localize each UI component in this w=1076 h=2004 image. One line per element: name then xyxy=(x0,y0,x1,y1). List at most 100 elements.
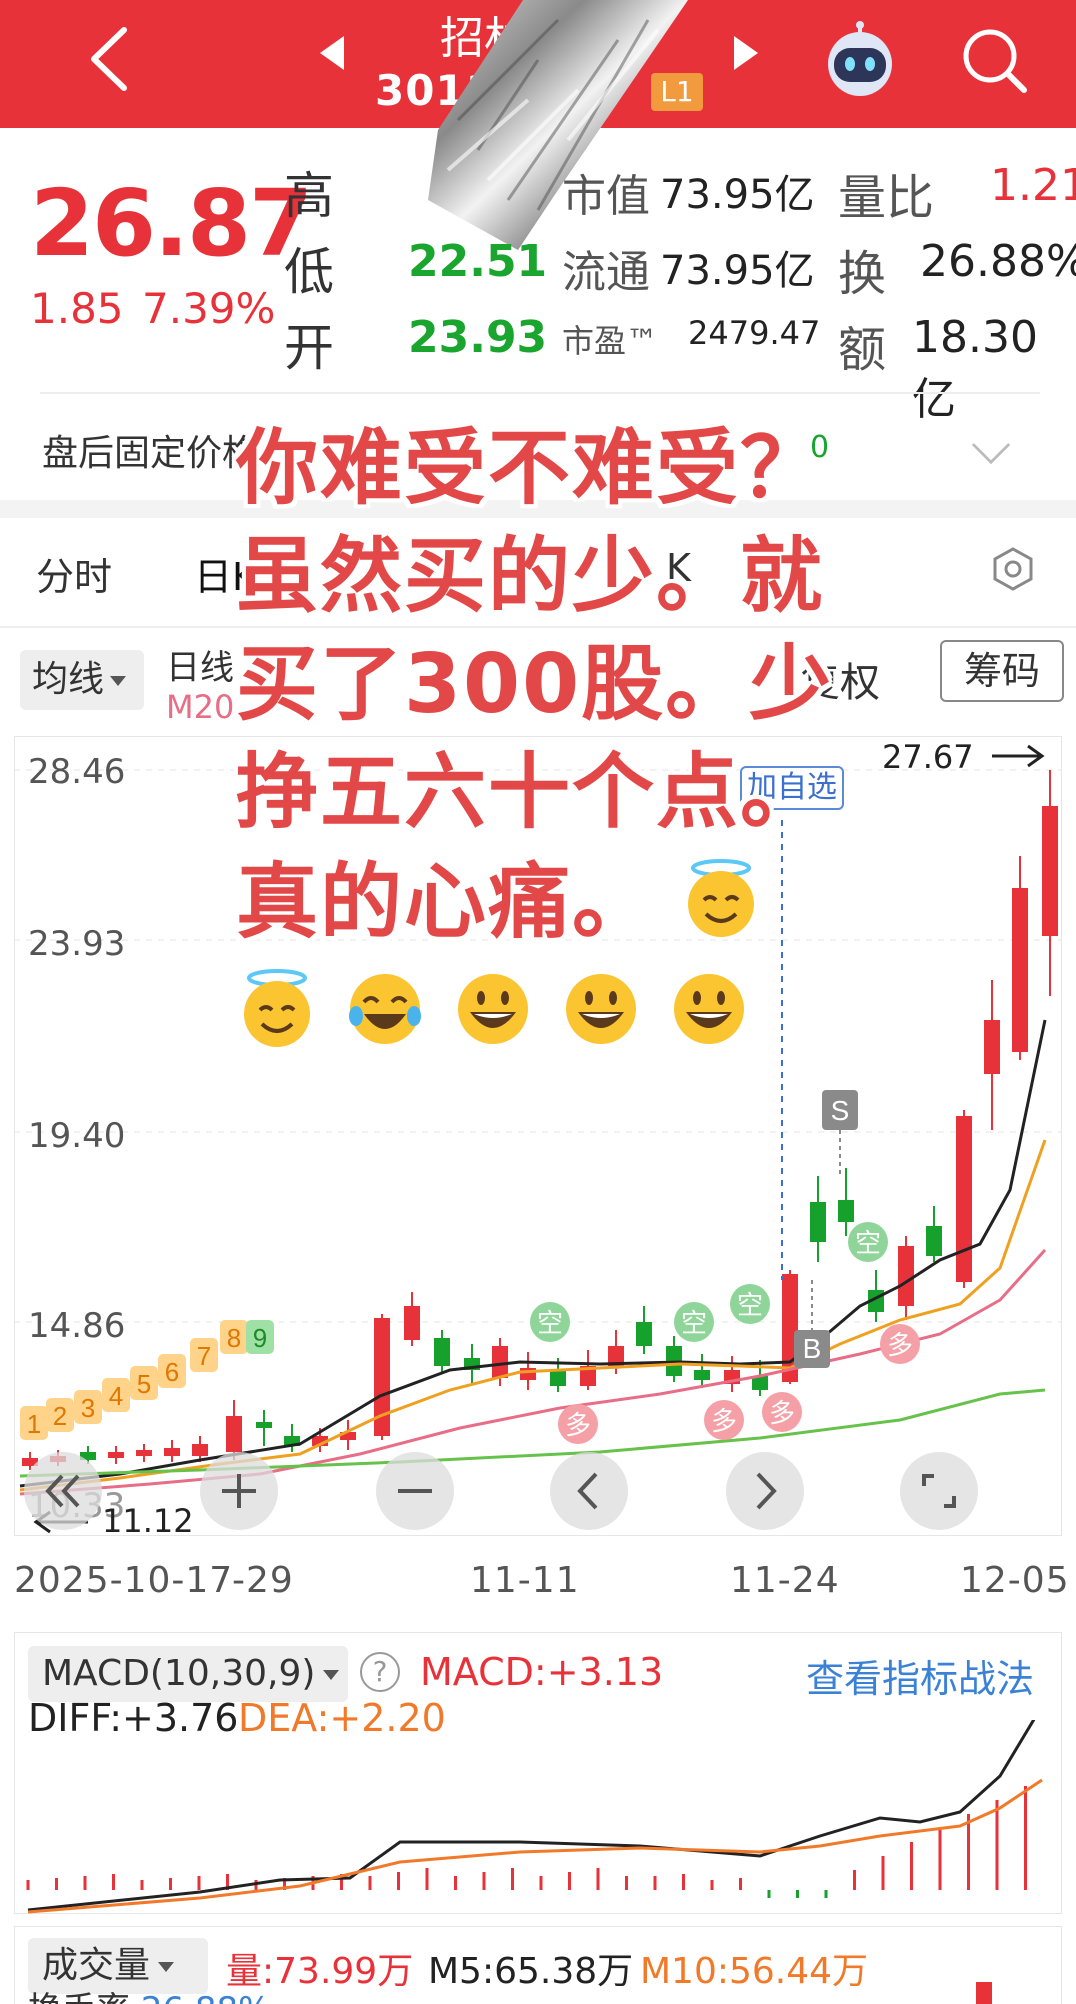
candle-body xyxy=(810,1202,826,1242)
caret-down-icon xyxy=(110,676,127,686)
settings-hexagon-icon[interactable] xyxy=(990,546,1036,592)
help-icon[interactable]: ? xyxy=(360,1652,400,1692)
signal-number: 3 xyxy=(81,1393,95,1423)
pe-label: 市盈™ xyxy=(562,322,659,360)
macd-select[interactable]: MACD(10,30,9) xyxy=(28,1646,348,1702)
dea-value: DEA:+2.20 xyxy=(238,1696,446,1740)
macd-value: MACD:+3.13 xyxy=(420,1650,664,1694)
kong-badge-label: 空 xyxy=(855,1229,881,1259)
signal-number: 9 xyxy=(253,1323,267,1353)
tab-intraday[interactable]: 分时 xyxy=(36,546,112,601)
next-stock-icon[interactable] xyxy=(734,36,758,70)
search-icon[interactable] xyxy=(960,26,1030,96)
mkt-cap-label: 市值 xyxy=(562,171,650,222)
signal-number: 2 xyxy=(53,1401,67,1431)
vol-ratio-value: 1.21 xyxy=(990,160,1076,211)
tears-of-joy-emoji-icon xyxy=(349,974,421,1044)
sell-badge-label: S xyxy=(831,1095,850,1126)
float-cap-value: 73.95亿 xyxy=(660,248,815,294)
caption-line: 虽然买的少。就 xyxy=(236,529,825,624)
signal-number: 7 xyxy=(197,1341,211,1371)
x-tick-label: 11-24 xyxy=(730,1560,840,1601)
back-icon[interactable] xyxy=(86,26,132,92)
zoom-out-button[interactable] xyxy=(376,1452,454,1530)
ma-select[interactable]: 均线 xyxy=(20,650,144,710)
volume-m5: M5:65.38万 xyxy=(428,1951,634,1992)
divider xyxy=(40,392,1040,394)
candle-body xyxy=(136,1450,152,1456)
amount-label: 额 xyxy=(838,322,887,378)
kong-badge-label: 空 xyxy=(537,1309,563,1339)
caret-down-icon xyxy=(158,1962,175,1972)
candle-body xyxy=(550,1370,566,1386)
y-tick-label: 28.46 xyxy=(28,752,126,792)
robot-assistant-icon[interactable] xyxy=(820,20,900,100)
volume-select-label: 成交量 xyxy=(42,1945,151,1986)
open-value: 23.93 xyxy=(408,312,548,363)
plus-icon xyxy=(222,1474,256,1508)
indicator-strategy-link[interactable]: 查看指标战法 xyxy=(806,1648,1034,1703)
scroll-left-button[interactable] xyxy=(550,1452,628,1530)
turnover-label: 换 xyxy=(838,246,887,302)
y-tick-label: 14.86 xyxy=(28,1306,126,1346)
duo-badge-label: 多 xyxy=(887,1331,913,1361)
low-value: 22.51 xyxy=(408,236,548,287)
volume-bar xyxy=(976,1982,992,2004)
double-chevron-left-icon xyxy=(45,1474,80,1508)
candle-body xyxy=(1012,888,1028,1052)
candle-body xyxy=(520,1368,536,1380)
buy-badge-label: B xyxy=(803,1333,822,1364)
zoom-in-button[interactable] xyxy=(200,1452,278,1530)
ma5-line xyxy=(19,1019,1047,1488)
price-change: 1.85 xyxy=(30,284,124,333)
tab-divider xyxy=(0,626,1076,628)
candle-body xyxy=(956,1116,972,1282)
x-tick-label: 12-05 xyxy=(960,1560,1070,1601)
fullscreen-button[interactable] xyxy=(900,1452,978,1530)
candle-body xyxy=(1042,806,1058,936)
candle-body xyxy=(492,1346,508,1378)
caption-line: 你难受不难受？ xyxy=(236,421,825,516)
signal-number: 8 xyxy=(227,1323,241,1353)
rewind-button[interactable] xyxy=(24,1452,102,1530)
ma-select-label: 均线 xyxy=(32,659,105,700)
y-tick-label: 19.40 xyxy=(28,1116,126,1156)
halo-smile-emoji-icon xyxy=(688,859,754,937)
candle-body xyxy=(164,1448,180,1456)
m20-label: M20 xyxy=(166,688,235,726)
candle-body xyxy=(256,1422,272,1428)
candle-body xyxy=(898,1246,914,1306)
turnover-rate-label: 换手率 xyxy=(28,1990,130,2004)
chip-distribution-button[interactable]: 筹码 xyxy=(940,640,1064,702)
grinning-emoji-icon xyxy=(458,974,528,1044)
after-hours-label: 盘后固定价格 xyxy=(42,433,259,474)
candle-body xyxy=(434,1338,450,1366)
grinning-emoji-icon xyxy=(674,974,744,1044)
diff-value: DIFF:+3.76 xyxy=(28,1696,239,1740)
x-tick-label: 2025-10-17 xyxy=(14,1560,234,1601)
vol-ratio-label: 量比 xyxy=(838,170,935,226)
signal-number: 1 xyxy=(27,1409,41,1439)
candle-body xyxy=(226,1416,242,1452)
caption-line: 挣五六十个点。 xyxy=(236,745,825,840)
halo-smile-emoji-icon xyxy=(244,969,310,1047)
max-price-label: 27.67 xyxy=(882,738,974,776)
mkt-cap-value: 73.95亿 xyxy=(660,172,815,218)
kong-badge-label: 空 xyxy=(681,1309,707,1339)
chevron-left-icon xyxy=(577,1472,598,1510)
duo-badge-label: 多 xyxy=(769,1399,795,1429)
prev-stock-icon[interactable] xyxy=(320,36,344,70)
chevron-down-icon[interactable] xyxy=(971,425,1011,465)
scroll-right-button[interactable] xyxy=(726,1452,804,1530)
chevron-right-icon xyxy=(756,1472,777,1510)
y-tick-label: 23.93 xyxy=(28,924,126,964)
high-label: 高 xyxy=(284,167,334,225)
min-price-label: 11.12 xyxy=(102,1502,194,1540)
diff-line xyxy=(27,1720,1036,1912)
grinning-emoji-icon xyxy=(566,974,636,1044)
open-label: 开 xyxy=(284,319,334,377)
x-tick-label: 11-11 xyxy=(470,1560,580,1601)
x-tick-label: -29 xyxy=(232,1560,294,1601)
candle-body xyxy=(108,1452,124,1458)
line-type-label: 日线 xyxy=(166,648,234,688)
